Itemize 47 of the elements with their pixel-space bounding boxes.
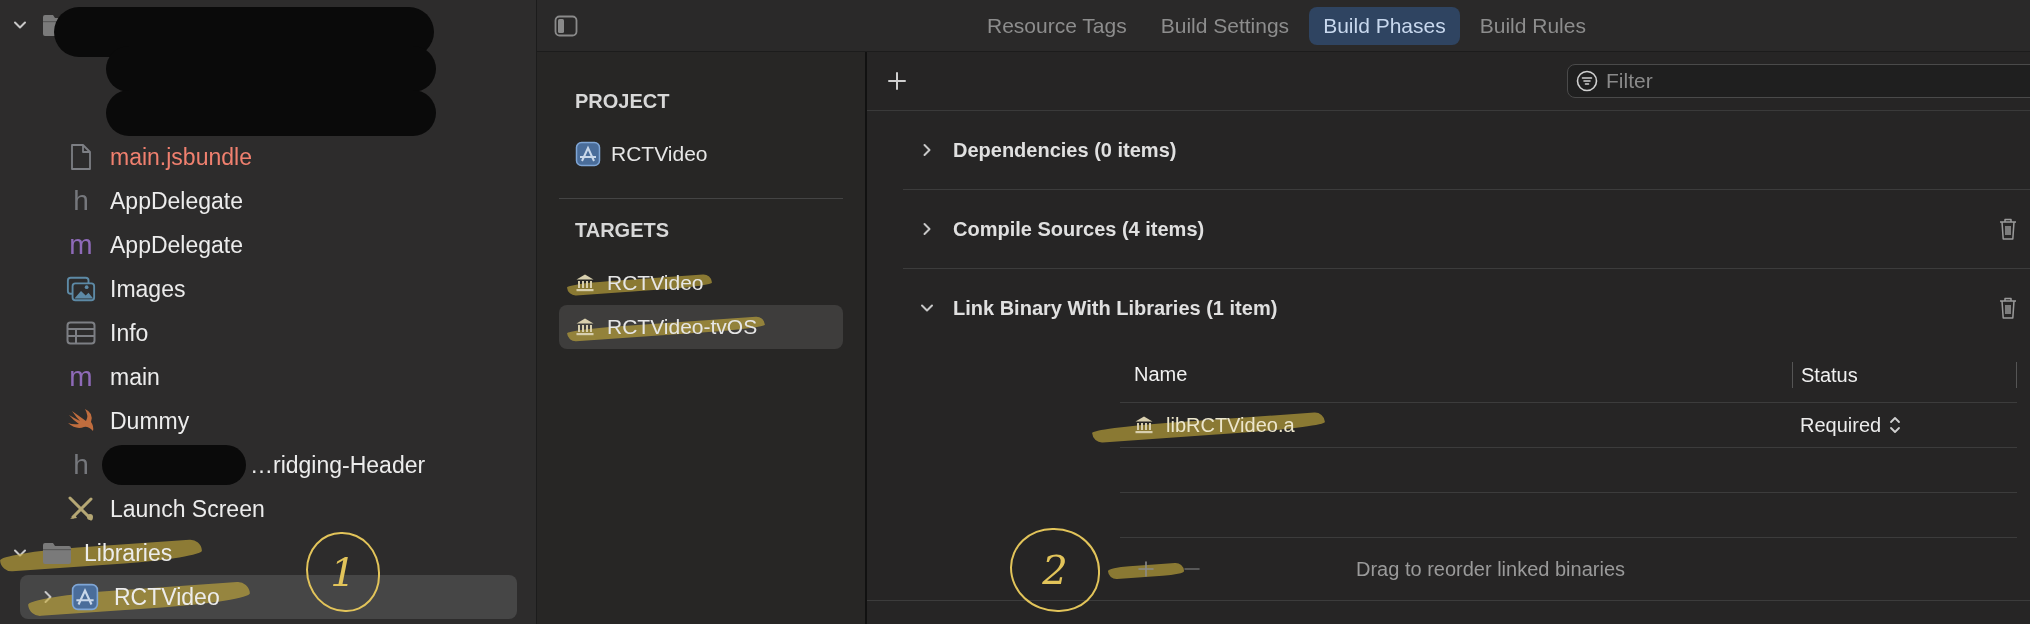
file-type-icon: h: [66, 450, 96, 480]
file-name[interactable]: Images: [110, 275, 186, 303]
library-icon: [575, 317, 595, 337]
sidebar-toggle-icon[interactable]: [554, 14, 578, 37]
phase-title[interactable]: Link Binary With Libraries (1 item): [953, 296, 1998, 320]
phase-title[interactable]: Compile Sources (4 items): [953, 217, 1998, 241]
file-type-icon: h: [66, 186, 96, 216]
folder-icon: [42, 541, 72, 565]
file-name[interactable]: Dummy: [110, 407, 190, 435]
column-header[interactable]: Name: [1120, 363, 1792, 386]
editor-tab[interactable]: Build Rules: [1465, 6, 1600, 45]
file-name[interactable]: main.jsbundle: [110, 143, 252, 171]
file-name[interactable]: AppDelegate: [110, 187, 243, 215]
library-icon: [1134, 415, 1154, 435]
editor-tab[interactable]: Build Phases: [1309, 6, 1460, 45]
plus-icon[interactable]: [887, 71, 907, 91]
annotation-number: 2: [1010, 528, 1100, 612]
trash-icon[interactable]: [1998, 296, 2018, 320]
project-name[interactable]: RCTVideo: [611, 142, 708, 166]
section-heading: TARGETS: [574, 219, 671, 243]
file-name[interactable]: Launch Screen: [110, 495, 265, 523]
file-name[interactable]: Libraries: [84, 539, 173, 567]
column-header[interactable]: Status: [1792, 361, 2017, 388]
file-name[interactable]: AppDelegate: [110, 231, 243, 259]
app-icon: [575, 141, 601, 167]
section-heading: PROJECT: [574, 90, 671, 114]
file-name[interactable]: main: [110, 363, 160, 391]
file-name[interactable]: …ridging-Header: [250, 451, 426, 479]
editor-tab[interactable]: Build Settings: [1146, 6, 1304, 45]
filter-field[interactable]: Filter: [1567, 64, 2030, 98]
photos-icon: [66, 275, 96, 303]
annotation-number: 1: [306, 532, 380, 612]
file-type-icon: m: [66, 362, 96, 392]
plus-icon[interactable]: [1136, 559, 1156, 579]
file-name[interactable]: Info: [110, 319, 149, 347]
editor-tab[interactable]: Resource Tags: [973, 6, 1141, 45]
phase-title[interactable]: Dependencies (0 items): [953, 138, 2030, 162]
trash-icon[interactable]: [1998, 217, 2018, 241]
library-name: libRCTVideo.a: [1166, 413, 1295, 437]
status-popup[interactable]: Required: [1792, 413, 2017, 437]
file-type-icon: m: [66, 230, 96, 260]
crossed-tools-icon: [66, 495, 96, 523]
up-down-chevron-icon: [1889, 415, 1902, 435]
app-icon: [70, 583, 100, 611]
hint-text: Drag to reorder linked binaries: [1356, 557, 1626, 581]
table-icon: [66, 319, 96, 347]
library-icon: [575, 273, 595, 293]
